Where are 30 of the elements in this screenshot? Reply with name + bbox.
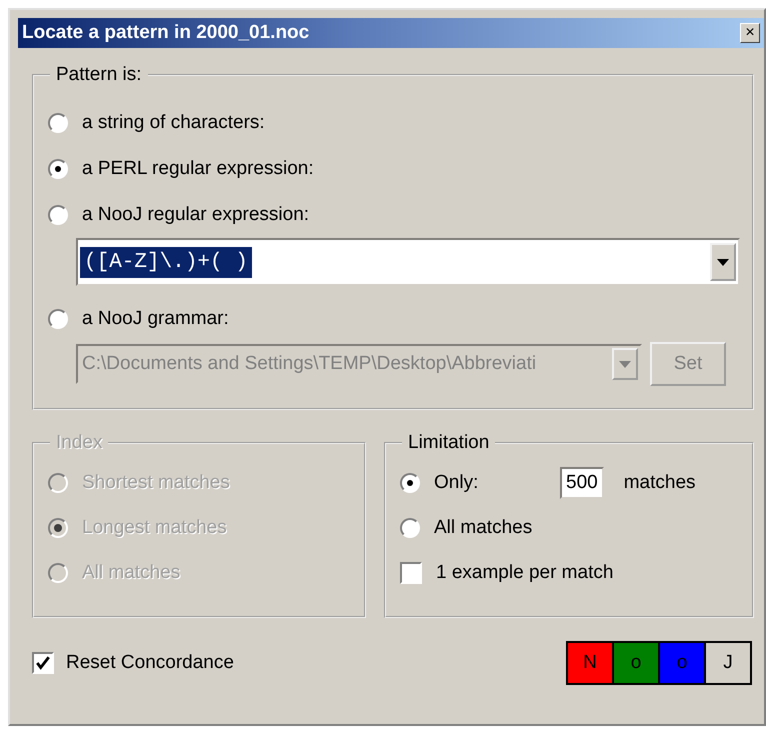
group-legend: Limitation xyxy=(402,432,496,454)
option-label: a NooJ regular expression: xyxy=(82,204,310,226)
logo-tile: o xyxy=(660,643,706,683)
regex-combo[interactable]: ([A-Z]\.)+( ) xyxy=(76,238,740,286)
option-label: a NooJ grammar: xyxy=(82,308,229,330)
caret-icon xyxy=(619,360,631,368)
radio-button[interactable] xyxy=(48,113,68,133)
matches-label: matches xyxy=(624,472,696,494)
option-label: All matches xyxy=(434,516,532,538)
window-title: Locate a pattern in 2000_01.noc xyxy=(22,22,310,44)
count-field[interactable]: 500 xyxy=(560,466,604,498)
radio-button[interactable] xyxy=(48,159,68,179)
radio-button[interactable] xyxy=(400,518,420,538)
group-legend: Pattern is: xyxy=(50,64,148,86)
close-button[interactable]: × xyxy=(740,23,760,43)
option-label: Only: xyxy=(434,472,480,494)
caret-icon xyxy=(717,258,729,266)
checkbox-label: 1 example per match xyxy=(436,562,614,584)
regex-value: ([A-Z]\.)+( ) xyxy=(80,246,252,278)
dropdown-button[interactable] xyxy=(710,243,736,281)
grammar-path: C:\Documents and Settings\TEMP\Desktop\Abbreviati xyxy=(81,353,536,375)
option-label: a string of characters: xyxy=(82,112,265,134)
radio-button[interactable] xyxy=(400,472,420,492)
checkbox[interactable] xyxy=(32,652,54,674)
option-label: a PERL regular expression: xyxy=(82,158,314,180)
logo-tile: o xyxy=(614,643,660,683)
checkbox-label: Reset Concordance xyxy=(66,652,234,674)
radio-button[interactable] xyxy=(48,205,68,225)
logo-tile: N xyxy=(568,643,614,683)
checkbox[interactable] xyxy=(400,562,422,584)
